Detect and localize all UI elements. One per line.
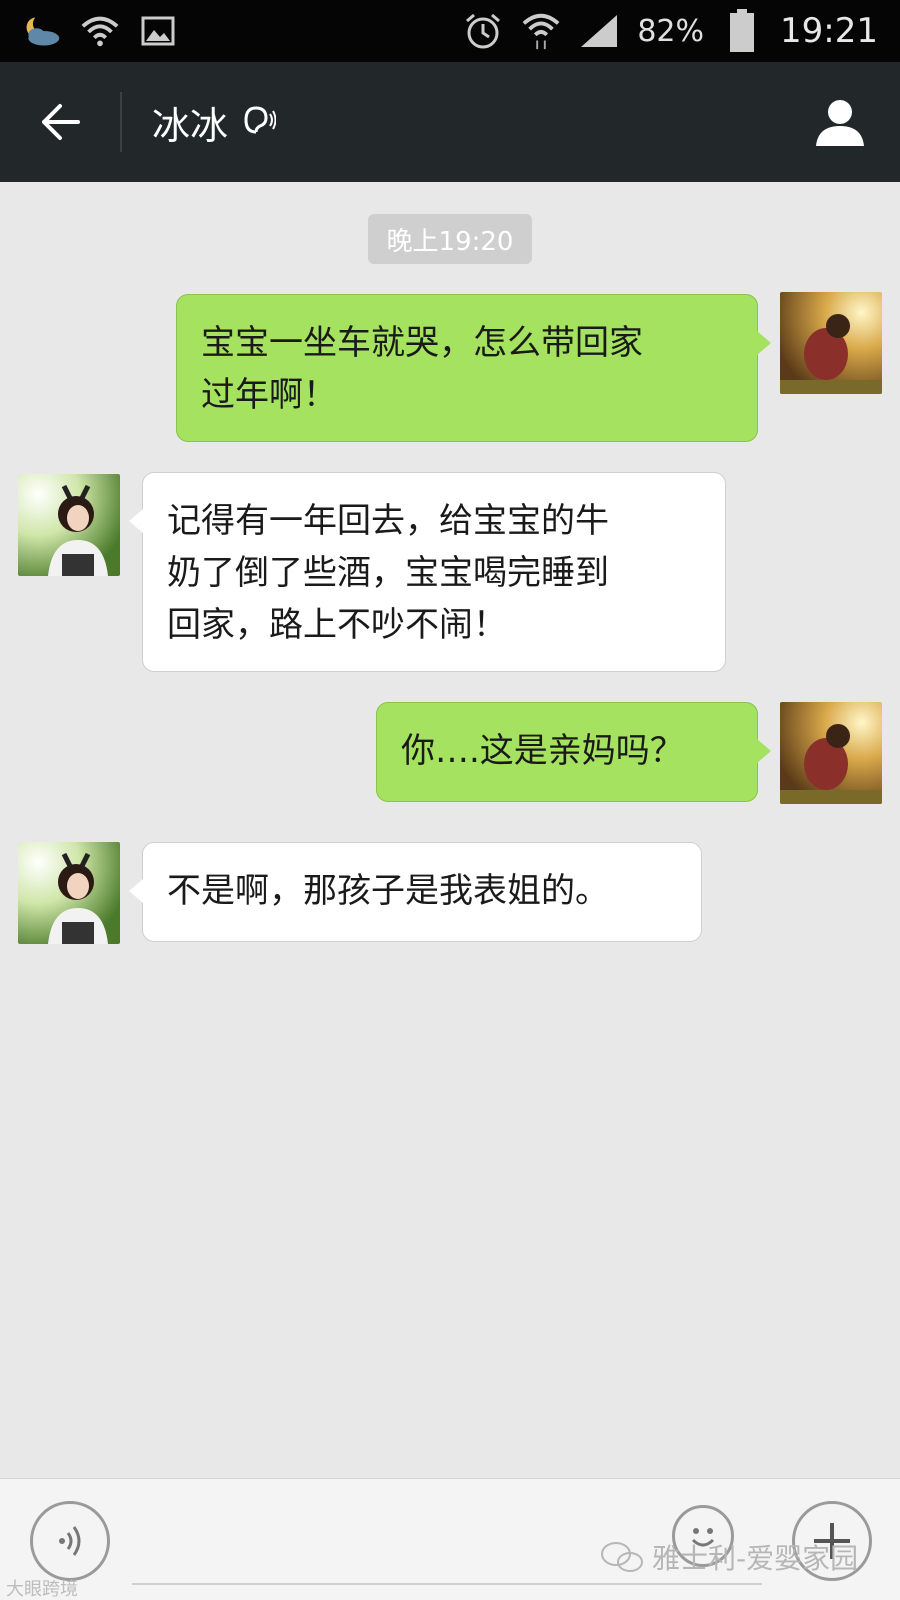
avatar-contact[interactable] bbox=[18, 474, 120, 576]
profile-icon bbox=[816, 100, 864, 146]
status-bar: 82% 19:21 bbox=[0, 0, 900, 62]
message-line: 记得有一年回去，给宝宝的牛 bbox=[167, 501, 609, 541]
status-left bbox=[22, 11, 178, 51]
watermark-text: 雅士利-爱婴家园 bbox=[652, 1542, 859, 1575]
avatar-self[interactable] bbox=[780, 702, 882, 804]
status-right: 82% 19:21 bbox=[463, 9, 878, 52]
message-bubble-in-1[interactable]: 记得有一年回去，给宝宝的牛 奶了倒了些酒，宝宝喝完睡到 回家，路上不吵不闹！ bbox=[129, 472, 726, 672]
wifi-alert-icon bbox=[80, 11, 120, 51]
signal-icon bbox=[579, 11, 619, 51]
watermark-small: 大眼跨境 bbox=[6, 1579, 78, 1600]
message-timestamp: 晚上19:20 bbox=[368, 214, 532, 264]
avatar-contact[interactable] bbox=[18, 842, 120, 944]
message-line: 你….这是亲妈吗？ bbox=[401, 731, 684, 771]
profile-button[interactable] bbox=[780, 62, 900, 182]
voice-button[interactable] bbox=[30, 1501, 110, 1581]
alarm-icon bbox=[463, 11, 503, 51]
image-icon bbox=[138, 11, 178, 51]
avatar-self[interactable] bbox=[780, 292, 882, 394]
message-line: 过年啊！ bbox=[201, 375, 337, 415]
battery-percent: 82% bbox=[637, 13, 705, 49]
message-bubble-in-2[interactable]: 不是啊，那孩子是我表姐的。 bbox=[129, 842, 702, 942]
wechat-logo-icon bbox=[601, 1542, 643, 1572]
input-bar: 雅士利-爱婴家园 大眼跨境 bbox=[0, 1478, 900, 1600]
battery-icon bbox=[722, 9, 762, 52]
chat-header: 冰冰 bbox=[0, 62, 900, 182]
chat-area[interactable]: 晚上19:20 宝宝一坐车就哭，怎么带回家 过年啊！ 记得有一年回去，给宝宝的牛… bbox=[0, 182, 900, 1478]
chat-title: 冰冰 bbox=[152, 103, 229, 148]
message-line: 回家，路上不吵不闹！ bbox=[167, 605, 507, 645]
status-time: 19:21 bbox=[780, 11, 878, 51]
message-line: 宝宝一坐车就哭，怎么带回家 bbox=[201, 323, 643, 363]
watermark: 雅士利-爱婴家园 bbox=[600, 1537, 858, 1577]
message-line: 奶了倒了些酒，宝宝喝完睡到 bbox=[167, 553, 609, 593]
back-arrow-icon bbox=[42, 104, 80, 140]
wifi-icon bbox=[521, 11, 561, 51]
back-button[interactable] bbox=[0, 62, 120, 182]
message-line: 不是啊，那孩子是我表姐的。 bbox=[167, 871, 609, 911]
voice-icon bbox=[59, 1526, 81, 1556]
title-wrap: 冰冰 bbox=[122, 95, 780, 150]
weather-moon-icon bbox=[22, 11, 62, 51]
message-bubble-out-2[interactable]: 你….这是亲妈吗？ bbox=[376, 702, 771, 802]
message-bubble-out-1[interactable]: 宝宝一坐车就哭，怎么带回家 过年啊！ bbox=[176, 294, 771, 442]
ear-icon bbox=[240, 104, 277, 140]
